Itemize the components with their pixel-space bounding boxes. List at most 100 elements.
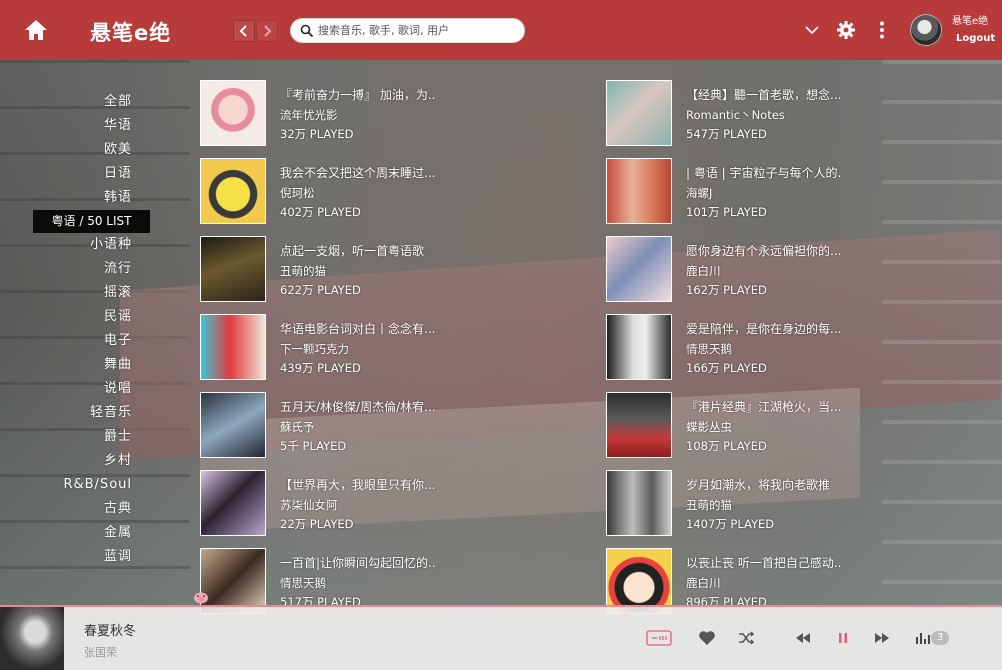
playlist-card[interactable]: 华语电影台词对白丨念念有... 下一颗巧克力 439万 PLAYED <box>200 314 500 380</box>
playlist-cover[interactable] <box>200 236 266 302</box>
pause-icon[interactable] <box>833 629 853 647</box>
playlist-title[interactable]: 『考前奋力一搏』 加油，为.. <box>280 86 500 103</box>
logout-link[interactable]: Logout <box>956 33 995 44</box>
playlist-queue-icon[interactable] <box>913 629 933 647</box>
playlist-cover[interactable] <box>606 236 672 302</box>
playlist-cover[interactable] <box>200 314 266 380</box>
more-menu-icon[interactable] <box>871 19 893 41</box>
category-item[interactable]: 金属 <box>0 521 150 545</box>
playlist-card[interactable]: 点起一支烟，听一首粤语歌 丑萌的猫 622万 PLAYED <box>200 236 500 302</box>
queue-count-badge: 3 <box>931 631 949 645</box>
playlist-play-count: 108万 PLAYED <box>686 439 767 453</box>
playlist-author[interactable]: 丑萌的猫 <box>280 263 326 279</box>
category-item[interactable]: 乡村 <box>0 449 150 473</box>
playlist-cover[interactable] <box>606 158 672 224</box>
playlist-title[interactable]: 【世界再大，我眼里只有你... <box>280 476 500 493</box>
category-item[interactable]: 全部 <box>0 90 150 114</box>
playlist-author[interactable]: 蝶影丛虫 <box>686 419 732 435</box>
category-list: 全部 华语 欧美 日语 韩语 粤语 / 50 LIST 小语种 流行 摇滚 民谣… <box>0 90 150 569</box>
playlist-title[interactable]: 我会不会又把这个周末睡过... <box>280 164 500 181</box>
category-item[interactable]: 民谣 <box>0 305 150 329</box>
playlist-card[interactable]: 『港片经典』江湖枪火，当... 蝶影丛虫 108万 PLAYED <box>606 392 906 458</box>
playlist-author[interactable]: 倪珂松 <box>280 185 315 201</box>
playlist-author[interactable]: 苏柒仙女阿 <box>280 497 338 513</box>
playlist-card[interactable]: 『考前奋力一搏』 加油，为.. 流年忧光影 32万 PLAYED <box>200 80 500 146</box>
next-track-icon[interactable] <box>872 629 892 647</box>
category-item-active[interactable]: 粤语 / 50 LIST <box>33 210 150 233</box>
playlist-cover[interactable] <box>200 80 266 146</box>
playlist-card[interactable]: 【经典】聽一首老歌，想念... Romantic丶Notes 547万 PLAY… <box>606 80 906 146</box>
playlist-cover[interactable] <box>200 470 266 536</box>
playlist-card[interactable]: 愿你身边有个永远偏袒你的... 鹿白川 162万 PLAYED <box>606 236 906 302</box>
category-item[interactable]: 华语 <box>0 114 150 138</box>
playlist-title[interactable]: 【经典】聽一首老歌，想念... <box>686 86 906 103</box>
now-playing-title[interactable]: 春夏秋冬 <box>84 620 136 639</box>
playlist-author[interactable]: 蘇氏予 <box>280 419 315 435</box>
category-item[interactable]: 爵士 <box>0 425 150 449</box>
playlist-author[interactable]: 鹿白川 <box>686 263 721 279</box>
playlist-author[interactable]: 情思天鹅 <box>280 575 326 591</box>
playlist-card[interactable]: 【世界再大，我眼里只有你... 苏柒仙女阿 22万 PLAYED <box>200 470 500 536</box>
category-item[interactable]: 日语 <box>0 162 150 186</box>
playlist-author[interactable]: Romantic丶Notes <box>686 107 785 123</box>
category-item[interactable]: 欧美 <box>0 138 150 162</box>
playlist-title[interactable]: 点起一支烟，听一首粤语歌 <box>280 242 500 259</box>
playlist-author[interactable]: 海螺J <box>686 185 712 201</box>
home-icon[interactable] <box>22 18 50 42</box>
category-item[interactable]: 小语种 <box>0 233 150 257</box>
playlist-play-count: 101万 PLAYED <box>686 205 767 219</box>
playlist-title[interactable]: 华语电影台词对白丨念念有... <box>280 320 500 337</box>
progress-thumb-icon[interactable] <box>193 590 209 604</box>
playlist-author[interactable]: 下一颗巧克力 <box>280 341 349 357</box>
lyrics-icon[interactable] <box>646 629 672 647</box>
avatar[interactable] <box>910 14 942 46</box>
shuffle-icon[interactable] <box>736 629 756 647</box>
playlist-cover[interactable] <box>606 470 672 536</box>
playlist-play-count: 32万 PLAYED <box>280 127 354 141</box>
playlist-title[interactable]: 愿你身边有个永远偏袒你的... <box>686 242 906 259</box>
back-button[interactable] <box>233 20 255 42</box>
playlist-card[interactable]: 岁月如潮水，将我向老歌推 丑萌的猫 1407万 PLAYED <box>606 470 906 536</box>
playlist-author[interactable]: 流年忧光影 <box>280 107 338 123</box>
previous-track-icon[interactable] <box>793 629 813 647</box>
playlist-title[interactable]: 五月天/林俊傑/周杰倫/林宥... <box>280 398 500 415</box>
category-item[interactable]: R&B/Soul <box>0 473 150 497</box>
playlist-card[interactable]: 我会不会又把这个周末睡过... 倪珂松 402万 PLAYED <box>200 158 500 224</box>
category-item[interactable]: 舞曲 <box>0 353 150 377</box>
forward-button[interactable] <box>256 20 278 42</box>
gear-icon[interactable] <box>835 19 857 41</box>
now-playing-cover[interactable] <box>0 607 64 670</box>
playlist-cover[interactable] <box>606 314 672 380</box>
playlist-cover[interactable] <box>606 80 672 146</box>
playlist-author[interactable]: 丑萌的猫 <box>686 497 732 513</box>
playlist-author[interactable]: 情思天鹅 <box>686 341 732 357</box>
playlist-cover[interactable] <box>606 392 672 458</box>
playlist-title[interactable]: | 粤语 | 宇宙粒子与每个人的. <box>686 164 906 181</box>
category-item[interactable]: 古典 <box>0 497 150 521</box>
app-logo[interactable]: 悬笔e绝 <box>90 17 171 47</box>
dropdown-chevron-icon[interactable] <box>801 19 823 41</box>
category-item[interactable]: 摇滚 <box>0 281 150 305</box>
playlist-card[interactable]: 爱是陪伴，是你在身边的每... 情思天鹅 166万 PLAYED <box>606 314 906 380</box>
category-item[interactable]: 说唱 <box>0 377 150 401</box>
category-item[interactable]: 韩语 <box>0 186 150 210</box>
playlist-card[interactable]: | 粤语 | 宇宙粒子与每个人的. 海螺J 101万 PLAYED <box>606 158 906 224</box>
category-item[interactable]: 流行 <box>0 257 150 281</box>
category-item[interactable]: 电子 <box>0 329 150 353</box>
playlist-title[interactable]: 『港片经典』江湖枪火，当... <box>686 398 906 415</box>
playlist-cover[interactable] <box>200 392 266 458</box>
playlist-card[interactable]: 五月天/林俊傑/周杰倫/林宥... 蘇氏予 5千 PLAYED <box>200 392 500 458</box>
playlist-title[interactable]: 爱是陪伴，是你在身边的每... <box>686 320 906 337</box>
playlist-title[interactable]: 岁月如潮水，将我向老歌推 <box>686 476 906 493</box>
category-item[interactable]: 蓝调 <box>0 545 150 569</box>
now-playing-artist[interactable]: 张国荣 <box>84 644 117 660</box>
playlist-title[interactable]: 一百首|让你瞬间勾起回忆的.. <box>280 554 500 571</box>
playlist-title[interactable]: 以丧止丧 听一首把自己感动.. <box>686 554 906 571</box>
heart-icon[interactable] <box>697 629 717 647</box>
search-input[interactable] <box>318 24 518 37</box>
playlist-cover[interactable] <box>200 158 266 224</box>
category-item[interactable]: 轻音乐 <box>0 401 150 425</box>
chevron-right-icon <box>264 25 272 37</box>
search-box[interactable] <box>290 18 525 43</box>
playlist-author[interactable]: 鹿白川 <box>686 575 721 591</box>
